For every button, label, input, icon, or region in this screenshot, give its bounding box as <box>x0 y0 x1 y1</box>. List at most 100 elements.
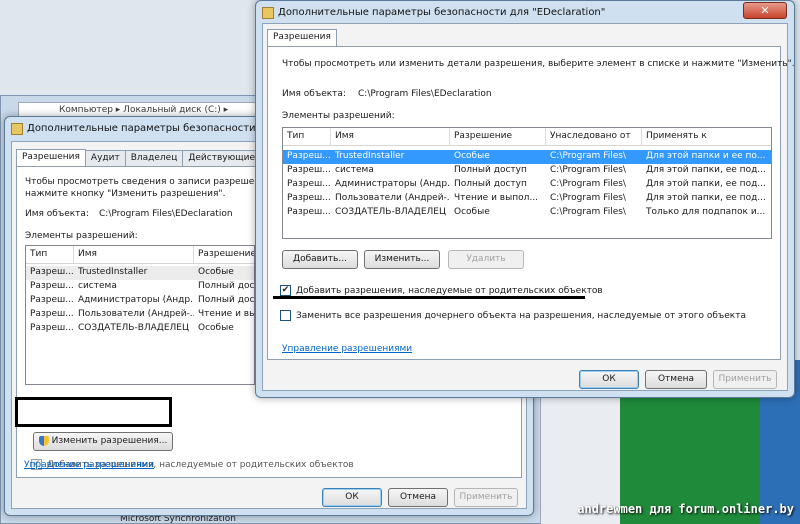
cell-inherited: C:\Program Files\ <box>550 207 626 217</box>
cell-name: система <box>78 281 117 291</box>
back-manage-link[interactable]: Управление разрешениями <box>24 460 154 470</box>
col-name[interactable]: Имя <box>74 246 194 263</box>
col-apply-to[interactable]: Применять к <box>642 128 771 145</box>
cell-permission: Особые <box>198 323 234 333</box>
tab-permissions[interactable]: Разрешения <box>16 149 86 166</box>
table-row[interactable]: Разреш... Пользователи (Андрей-... Чтени… <box>26 308 254 322</box>
cell-type: Разреш... <box>30 281 74 291</box>
list-header: Тип Имя Разрешение Унаследовано от Приме… <box>283 128 771 146</box>
permissions-list[interactable]: Тип Имя Разрешение Унаследовано от Приме… <box>282 127 772 239</box>
table-row[interactable]: Разреш... система Полный досту <box>26 280 254 294</box>
cell-name: СОЗДАТЕЛЬ-ВЛАДЕЛЕЦ <box>335 207 446 217</box>
highlight-box-change-button <box>15 397 172 427</box>
table-row[interactable]: Разреш... Администраторы (Андр... Полный… <box>283 178 771 192</box>
cell-type: Разреш... <box>30 323 74 333</box>
folder-icon <box>262 7 274 19</box>
cell-name: СОЗДАТЕЛЬ-ВЛАДЕЛЕЦ <box>78 323 189 333</box>
back-permissions-list[interactable]: Тип Имя Разрешение Разреш... TrustedInst… <box>25 245 255 385</box>
col-type[interactable]: Тип <box>26 246 74 263</box>
col-name[interactable]: Имя <box>331 128 450 145</box>
cell-type: Разреш... <box>287 193 331 203</box>
cell-type: Разреш... <box>287 207 331 217</box>
cell-permission: Особые <box>198 267 234 277</box>
inherit-label: Добавить разрешения, наследуемые от роди… <box>296 286 603 296</box>
back-dialog-tabs: Разрешения Аудит Владелец Действующие ра… <box>16 149 292 167</box>
change-button[interactable]: Изменить... <box>364 250 440 269</box>
table-row[interactable]: Разреш... СОЗДАТЕЛЬ-ВЛАДЕЛЕЦ Особые C:\P… <box>283 206 771 220</box>
cell-permission: Чтение и вып <box>198 309 254 319</box>
table-row[interactable]: Разреш... система Полный доступ C:\Progr… <box>283 164 771 178</box>
back-cancel-button[interactable]: Отмена <box>388 488 448 507</box>
change-permissions-label: Изменить разрешения... <box>51 436 168 446</box>
security-dialog: Дополнительные параметры безопасности дл… <box>255 0 795 398</box>
cell-name: TrustedInstaller <box>335 151 405 161</box>
col-permission[interactable]: Разрешение <box>450 128 546 145</box>
cell-apply-to: Для этой папки, ее под... <box>646 179 766 189</box>
cell-permission: Полный досту <box>198 295 255 305</box>
replace-label: Заменить все разрешения дочернего объект… <box>296 311 746 321</box>
back-object-label: Имя объекта: <box>25 209 89 219</box>
cell-type: Разреш... <box>287 179 331 189</box>
replace-checkbox[interactable] <box>280 310 291 321</box>
dialog-title: Дополнительные параметры безопасности дл… <box>278 7 606 18</box>
cell-permission: Особые <box>454 151 490 161</box>
cell-type: Разреш... <box>30 309 74 319</box>
cell-apply-to: Для этой папки, ее под... <box>646 193 766 203</box>
apply-button[interactable]: Применить <box>713 370 777 389</box>
ok-button[interactable]: ОК <box>579 370 639 389</box>
cancel-button[interactable]: Отмена <box>645 370 707 389</box>
permissions-panel: Чтобы просмотреть или изменить детали ра… <box>267 46 795 360</box>
table-row[interactable]: Разреш... TrustedInstaller Особые <box>26 266 254 280</box>
close-button[interactable]: ✕ <box>743 2 787 19</box>
back-object-value: C:\Program Files\EDeclaration <box>99 209 233 219</box>
tab-audit[interactable]: Аудит <box>84 150 126 167</box>
cell-permission: Полный доступ <box>454 165 527 175</box>
add-button[interactable]: Добавить... <box>282 250 358 269</box>
cell-inherited: C:\Program Files\ <box>550 193 626 203</box>
cell-permission: Чтение и выпол... <box>454 193 538 203</box>
dialog-tabs: Разрешения <box>267 29 337 47</box>
col-permission[interactable]: Разрешение <box>194 246 254 263</box>
object-label: Имя объекта: <box>282 89 346 99</box>
manage-permissions-link[interactable]: Управление разрешениями <box>282 344 412 354</box>
cell-inherited: C:\Program Files\ <box>550 179 626 189</box>
cell-apply-to: Для этой папки, ее под... <box>646 165 766 175</box>
col-inherited[interactable]: Унаследовано от <box>546 128 642 145</box>
object-value: C:\Program Files\EDeclaration <box>358 89 492 99</box>
cell-name: Пользователи (Андрей-... <box>335 193 450 203</box>
change-permissions-button[interactable]: Изменить разрешения... <box>33 432 173 451</box>
inherit-checkbox[interactable]: ✔ <box>280 285 291 296</box>
dialog-client: Разрешения Чтобы просмотреть или изменит… <box>262 23 795 391</box>
table-row-selected[interactable]: Разреш... TrustedInstaller Особые C:\Pro… <box>283 150 771 164</box>
table-row[interactable]: Разреш... Администраторы (Андр... Полный… <box>26 294 254 308</box>
table-row[interactable]: Разреш... СОЗДАТЕЛЬ-ВЛАДЕЛЕЦ Особые <box>26 322 254 336</box>
back-info-line1: Чтобы просмотреть сведения о записи разр… <box>25 177 284 187</box>
tab-owner[interactable]: Владелец <box>124 150 184 167</box>
cell-apply-to: Для этой папки и ее по... <box>646 151 766 161</box>
back-apply-button[interactable]: Применить <box>454 488 518 507</box>
cell-permission: Полный доступ <box>454 179 527 189</box>
cell-permission: Особые <box>454 207 490 217</box>
info-text: Чтобы просмотреть или изменить детали ра… <box>282 59 795 69</box>
remove-button[interactable]: Удалить <box>448 250 524 269</box>
cell-name: Пользователи (Андрей-... <box>78 309 194 319</box>
cell-name: TrustedInstaller <box>78 267 148 277</box>
cell-name: система <box>335 165 374 175</box>
back-info-line2: нажмите кнопку "Изменить разрешения". <box>25 189 226 199</box>
back-ok-button[interactable]: ОК <box>322 488 382 507</box>
cell-inherited: C:\Program Files\ <box>550 165 626 175</box>
cell-type: Разреш... <box>287 165 331 175</box>
back-list-header: Тип Имя Разрешение <box>26 246 254 264</box>
cell-type: Разреш... <box>30 267 74 277</box>
cell-type: Разреш... <box>30 295 74 305</box>
tab-permissions[interactable]: Разрешения <box>267 29 337 46</box>
back-entries-label: Элементы разрешений: <box>25 231 138 241</box>
cell-permission: Полный досту <box>198 281 255 291</box>
cell-inherited: C:\Program Files\ <box>550 151 626 161</box>
cell-name: Администраторы (Андр... <box>78 295 194 305</box>
cell-type: Разреш... <box>287 151 331 161</box>
folder-icon <box>11 123 23 135</box>
col-type[interactable]: Тип <box>283 128 331 145</box>
table-row[interactable]: Разреш... Пользователи (Андрей-... Чтени… <box>283 192 771 206</box>
cell-apply-to: Только для подпапок и... <box>646 207 766 217</box>
